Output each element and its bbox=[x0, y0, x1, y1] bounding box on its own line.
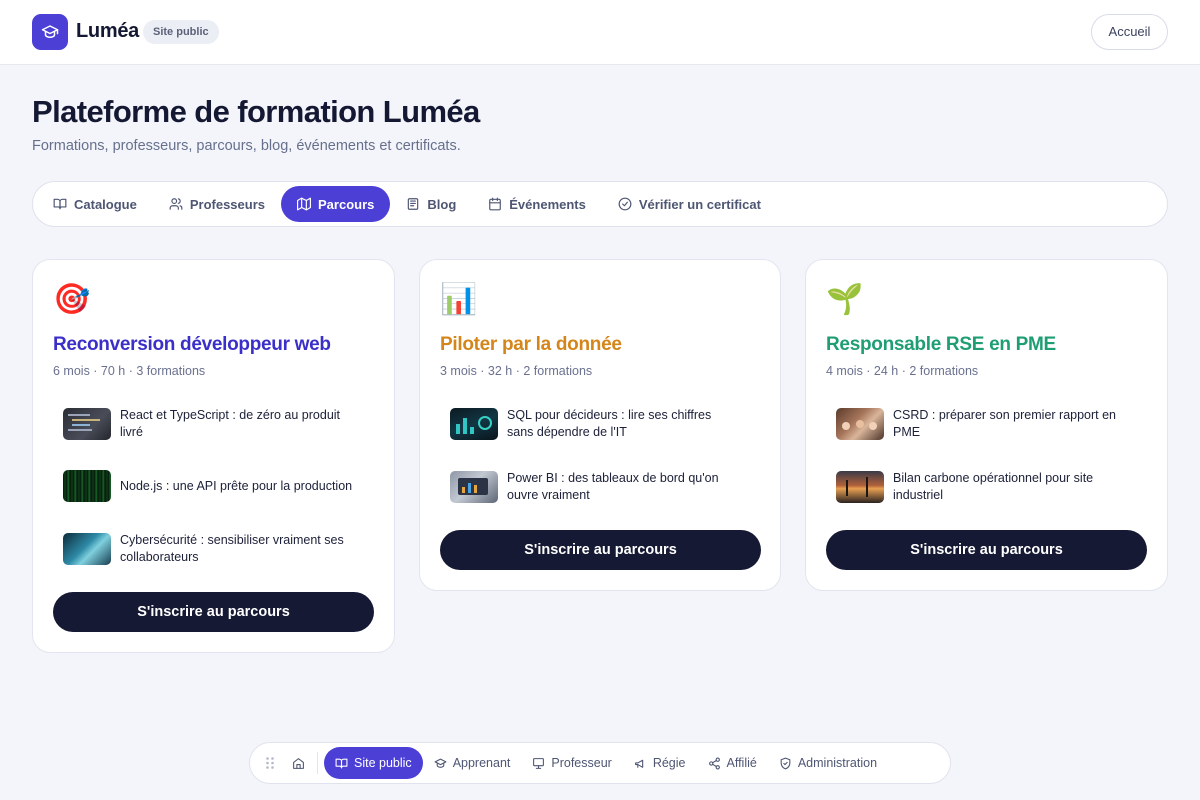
dock-label: Site public bbox=[354, 756, 412, 770]
dock-site-public[interactable]: Site public bbox=[324, 747, 423, 779]
course-title: React et TypeScript : de zéro au produit… bbox=[120, 408, 341, 439]
parcours-meta: 4 mois · 24 h · 2 formations bbox=[826, 364, 979, 378]
course-title: Cybersécurité : sensibiliser vraiment se… bbox=[120, 533, 344, 564]
enroll-button[interactable]: S'inscrire au parcours bbox=[440, 530, 761, 570]
parcours-card: 🌱 Responsable RSE en PME 4 mois · 24 h ·… bbox=[805, 259, 1168, 591]
dock-regie[interactable]: Régie bbox=[623, 747, 697, 779]
tab-label: Vérifier un certificat bbox=[638, 196, 761, 212]
graduation-cap-icon bbox=[41, 25, 59, 38]
course-item[interactable]: SQL pour décideurs : lire ses chiffres s… bbox=[450, 407, 740, 441]
brand-name: Luméa bbox=[76, 20, 139, 42]
dock-affilie[interactable]: Affilié bbox=[697, 747, 768, 779]
dock-label: Régie bbox=[652, 756, 686, 770]
newspaper-icon bbox=[408, 198, 419, 210]
tab-blog[interactable]: Blog bbox=[390, 186, 472, 222]
graduation-cap-icon bbox=[434, 758, 447, 768]
tab-label: Événements bbox=[509, 196, 586, 212]
tab-evenements[interactable]: Événements bbox=[472, 186, 602, 222]
map-icon bbox=[297, 197, 311, 211]
course-thumbnail bbox=[63, 533, 111, 565]
enroll-button[interactable]: S'inscrire au parcours bbox=[53, 592, 374, 632]
enroll-button[interactable]: S'inscrire au parcours bbox=[826, 530, 1147, 570]
megaphone-icon bbox=[634, 759, 644, 768]
course-item[interactable]: Node.js : une API prête pour la producti… bbox=[63, 470, 353, 502]
presentation-icon bbox=[533, 757, 545, 769]
users-icon bbox=[169, 198, 183, 210]
course-title: Node.js : une API prête pour la producti… bbox=[120, 478, 353, 493]
book-open-icon bbox=[53, 198, 67, 210]
course-thumbnail bbox=[63, 470, 111, 502]
course-item[interactable]: Bilan carbone opérationnel pour site ind… bbox=[836, 470, 1126, 504]
logo[interactable] bbox=[32, 14, 68, 50]
course-item[interactable]: React et TypeScript : de zéro au produit… bbox=[63, 407, 353, 441]
calendar-icon bbox=[489, 197, 502, 211]
course-title: CSRD : préparer son premier rapport en P… bbox=[893, 408, 1117, 439]
target-icon: 🎯 bbox=[53, 283, 91, 316]
dock-label: Professeur bbox=[551, 756, 612, 770]
parcours-title[interactable]: Piloter par la donnée bbox=[440, 334, 622, 356]
tab-label: Catalogue bbox=[74, 196, 137, 212]
dock-label: Administration bbox=[797, 756, 878, 770]
tab-label: Parcours bbox=[318, 196, 375, 212]
parcours-title[interactable]: Reconversion développeur web bbox=[53, 334, 331, 356]
tab-catalogue[interactable]: Catalogue bbox=[37, 186, 153, 222]
tab-parcours[interactable]: Parcours bbox=[281, 186, 391, 222]
book-open-icon bbox=[335, 758, 348, 768]
check-circle-icon bbox=[618, 197, 632, 211]
seedling-icon: 🌱 bbox=[826, 283, 864, 316]
course-title: SQL pour décideurs : lire ses chiffres s… bbox=[507, 408, 712, 439]
course-item[interactable]: Power BI : des tableaux de bord qu'on ou… bbox=[450, 470, 740, 504]
course-thumbnail bbox=[63, 408, 111, 440]
tab-verifier-certificat[interactable]: Vérifier un certificat bbox=[602, 186, 777, 222]
parcours-card: 🎯 Reconversion développeur web 6 mois · … bbox=[32, 259, 395, 653]
shield-icon bbox=[780, 757, 791, 769]
dock-label: Apprenant bbox=[452, 756, 511, 770]
tab-label: Professeurs bbox=[189, 196, 265, 212]
parcours-title[interactable]: Responsable RSE en PME bbox=[826, 334, 1056, 356]
course-thumbnail bbox=[836, 408, 884, 440]
parcours-card: 📊 Piloter par la donnée 3 mois · 32 h · … bbox=[419, 259, 781, 591]
page-subtitle: Formations, professeurs, parcours, blog,… bbox=[32, 138, 461, 154]
page-title: Plateforme de formation Luméa bbox=[32, 94, 480, 129]
bar-chart-icon: 📊 bbox=[440, 283, 478, 316]
dock-professeur[interactable]: Professeur bbox=[521, 747, 622, 779]
share-icon bbox=[708, 757, 720, 769]
parcours-meta: 6 mois · 70 h · 3 formations bbox=[53, 364, 206, 378]
tab-professeurs[interactable]: Professeurs bbox=[153, 186, 281, 222]
parcours-meta: 3 mois · 32 h · 2 formations bbox=[440, 364, 593, 378]
course-title: Bilan carbone opérationnel pour site ind… bbox=[893, 471, 1094, 502]
dock-home-button[interactable] bbox=[282, 747, 315, 779]
role-switcher-dock: Site public Apprenant Professeur Régie A… bbox=[249, 742, 951, 784]
course-item[interactable]: CSRD : préparer son premier rapport en P… bbox=[836, 407, 1126, 441]
drag-handle-icon[interactable] bbox=[260, 756, 280, 770]
course-thumbnail bbox=[836, 471, 884, 503]
dock-administration[interactable]: Administration bbox=[768, 747, 888, 779]
divider bbox=[317, 752, 318, 774]
course-item[interactable]: Cybersécurité : sensibiliser vraiment se… bbox=[63, 532, 353, 566]
dock-label: Affilié bbox=[726, 756, 757, 770]
section-tabs: Catalogue Professeurs Parcours Blog Évén… bbox=[32, 181, 1168, 227]
course-title: Power BI : des tableaux de bord qu'on ou… bbox=[507, 471, 719, 502]
tab-label: Blog bbox=[427, 196, 457, 212]
site-badge: Site public bbox=[143, 20, 219, 44]
dock-apprenant[interactable]: Apprenant bbox=[423, 747, 522, 779]
course-thumbnail bbox=[450, 471, 498, 503]
home-icon bbox=[293, 757, 304, 769]
top-bar: Luméa Site public Accueil bbox=[0, 0, 1200, 65]
home-button[interactable]: Accueil bbox=[1091, 14, 1168, 50]
course-thumbnail bbox=[450, 408, 498, 440]
